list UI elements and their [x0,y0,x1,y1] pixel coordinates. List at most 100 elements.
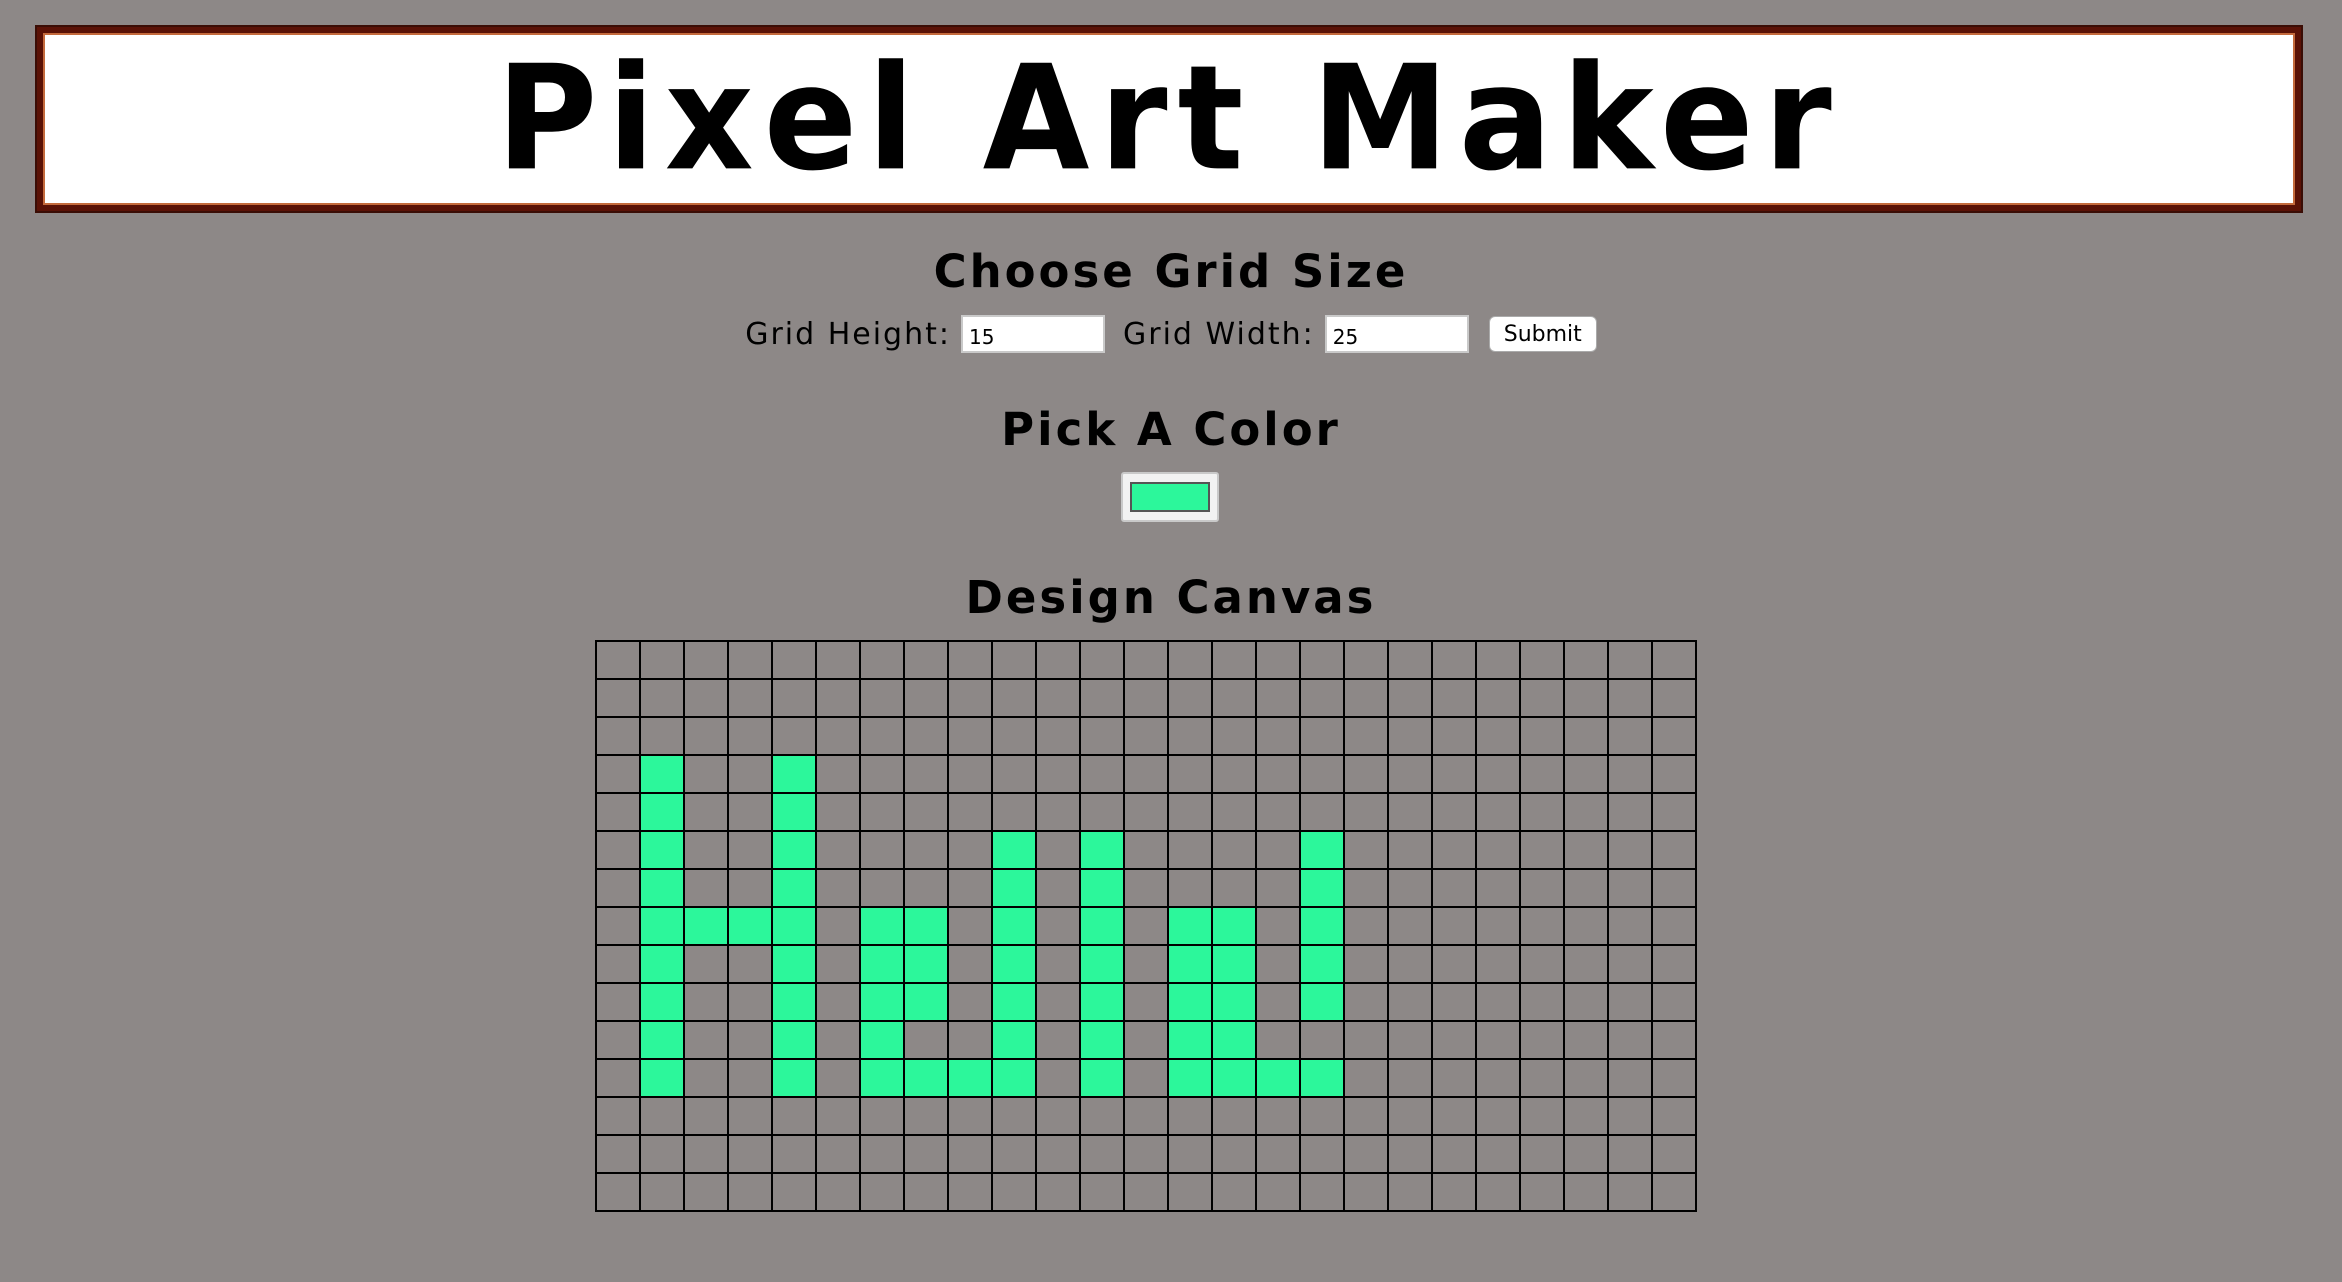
canvas-cell[interactable] [1387,640,1433,680]
canvas-cell[interactable] [1475,1058,1521,1098]
canvas-cell[interactable] [1387,1058,1433,1098]
canvas-cell[interactable] [1431,792,1477,832]
canvas-cell[interactable] [991,1058,1037,1098]
canvas-cell[interactable] [1519,1134,1565,1174]
canvas-cell[interactable] [1343,1134,1389,1174]
canvas-cell[interactable] [991,678,1037,718]
canvas-cell[interactable] [1035,1134,1081,1174]
canvas-cell[interactable] [1079,1096,1125,1136]
canvas-cell[interactable] [859,640,905,680]
canvas-cell[interactable] [1123,1172,1169,1212]
canvas-cell[interactable] [595,830,641,870]
canvas-cell[interactable] [1123,678,1169,718]
canvas-cell[interactable] [1035,868,1081,908]
canvas-cell[interactable] [991,982,1037,1022]
canvas-cell[interactable] [1211,792,1257,832]
canvas-cell[interactable] [595,716,641,756]
canvas-cell[interactable] [1563,982,1609,1022]
canvas-cell[interactable] [595,906,641,946]
canvas-cell[interactable] [595,1134,641,1174]
canvas-cell[interactable] [1431,1134,1477,1174]
canvas-cell[interactable] [1167,944,1213,984]
canvas-cell[interactable] [771,754,817,794]
canvas-cell[interactable] [1563,792,1609,832]
canvas-cell[interactable] [1079,1058,1125,1098]
canvas-cell[interactable] [639,1096,685,1136]
canvas-cell[interactable] [683,868,729,908]
canvas-cell[interactable] [639,944,685,984]
canvas-cell[interactable] [595,792,641,832]
canvas-cell[interactable] [727,716,773,756]
canvas-cell[interactable] [859,1020,905,1060]
canvas-cell[interactable] [683,830,729,870]
canvas-cell[interactable] [683,1172,729,1212]
canvas-cell[interactable] [771,830,817,870]
canvas-cell[interactable] [1563,1058,1609,1098]
canvas-cell[interactable] [683,1134,729,1174]
canvas-cell[interactable] [1035,906,1081,946]
canvas-cell[interactable] [1255,830,1301,870]
canvas-cell[interactable] [727,830,773,870]
canvas-cell[interactable] [947,868,993,908]
grid-height-input[interactable] [960,315,1105,353]
canvas-cell[interactable] [683,792,729,832]
canvas-cell[interactable] [1475,640,1521,680]
canvas-cell[interactable] [1475,716,1521,756]
canvas-cell[interactable] [1519,1096,1565,1136]
canvas-cell[interactable] [1035,830,1081,870]
canvas-cell[interactable] [771,716,817,756]
canvas-cell[interactable] [1211,1020,1257,1060]
canvas-cell[interactable] [595,1020,641,1060]
canvas-cell[interactable] [991,944,1037,984]
canvas-cell[interactable] [1475,792,1521,832]
canvas-cell[interactable] [1299,982,1345,1022]
canvas-cell[interactable] [1343,640,1389,680]
canvas-cell[interactable] [683,944,729,984]
canvas-cell[interactable] [859,868,905,908]
canvas-cell[interactable] [991,868,1037,908]
canvas-cell[interactable] [1563,640,1609,680]
canvas-cell[interactable] [1035,754,1081,794]
canvas-cell[interactable] [683,640,729,680]
canvas-cell[interactable] [1255,1096,1301,1136]
canvas-cell[interactable] [1079,716,1125,756]
canvas-cell[interactable] [1651,830,1697,870]
canvas-cell[interactable] [1651,1096,1697,1136]
canvas-cell[interactable] [1255,716,1301,756]
canvas-cell[interactable] [947,754,993,794]
canvas-cell[interactable] [639,982,685,1022]
canvas-cell[interactable] [1211,982,1257,1022]
canvas-cell[interactable] [1431,1172,1477,1212]
canvas-cell[interactable] [1079,754,1125,794]
canvas-cell[interactable] [1387,982,1433,1022]
canvas-cell[interactable] [1079,678,1125,718]
canvas-cell[interactable] [1563,1172,1609,1212]
submit-button[interactable]: Submit [1488,316,1597,352]
canvas-cell[interactable] [1035,640,1081,680]
canvas-cell[interactable] [1299,1172,1345,1212]
canvas-cell[interactable] [1651,640,1697,680]
canvas-cell[interactable] [1519,716,1565,756]
canvas-cell[interactable] [771,982,817,1022]
canvas-cell[interactable] [947,944,993,984]
canvas-cell[interactable] [639,754,685,794]
canvas-cell[interactable] [683,678,729,718]
canvas-cell[interactable] [1607,1096,1653,1136]
canvas-cell[interactable] [727,754,773,794]
canvas-cell[interactable] [991,1096,1037,1136]
canvas-cell[interactable] [947,906,993,946]
canvas-cell[interactable] [947,1058,993,1098]
canvas-cell[interactable] [1255,640,1301,680]
canvas-cell[interactable] [1255,1134,1301,1174]
canvas-cell[interactable] [1123,1058,1169,1098]
canvas-cell[interactable] [1651,868,1697,908]
canvas-cell[interactable] [639,1058,685,1098]
canvas-cell[interactable] [1475,868,1521,908]
canvas-cell[interactable] [1035,792,1081,832]
canvas-cell[interactable] [947,640,993,680]
canvas-cell[interactable] [595,1096,641,1136]
canvas-cell[interactable] [1651,944,1697,984]
canvas-cell[interactable] [1475,1134,1521,1174]
canvas-cell[interactable] [991,716,1037,756]
canvas-cell[interactable] [1343,754,1389,794]
